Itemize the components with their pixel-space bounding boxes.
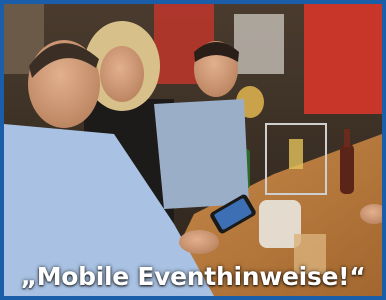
bottle (340, 144, 354, 194)
bottle-neck (344, 129, 350, 147)
festival-photo (4, 4, 382, 296)
background-person-red-right (304, 4, 382, 114)
background-crowd (234, 14, 284, 74)
woman-face (100, 46, 144, 102)
photo-frame: „Mobile Eventhinweise!“ (0, 0, 386, 300)
man-front-hand (179, 230, 219, 254)
man-right-shirt (154, 99, 249, 209)
glass (289, 139, 303, 169)
caption-text: „Mobile Eventhinweise!“ (20, 262, 366, 291)
